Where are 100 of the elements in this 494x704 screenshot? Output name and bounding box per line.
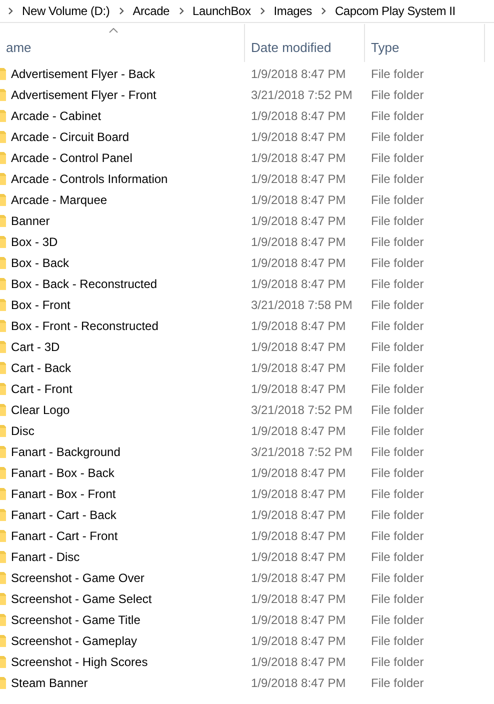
item-type: File folder [371, 486, 424, 500]
breadcrumb-item[interactable]: New Volume (D:) [22, 2, 110, 20]
folder-row[interactable]: Disc 1/9/2018 8:47 PM File folder [0, 420, 494, 441]
column-header[interactable]: ame [0, 24, 245, 62]
folder-row[interactable]: Box - 3D 1/9/2018 8:47 PM File folder [0, 231, 494, 252]
folder-row[interactable]: Cart - Back 1/9/2018 8:47 PM File folder [0, 357, 494, 378]
folder-icon [0, 88, 6, 102]
date-modified: 1/9/2018 8:47 PM [251, 654, 346, 668]
folder-row[interactable]: Arcade - Controls Information 1/9/2018 8:47 PM File folder [0, 168, 494, 189]
folder-row[interactable]: Screenshot - High Scores 1/9/2018 8:47 PM File folder [0, 651, 494, 672]
date-modified: 1/9/2018 8:47 PM [251, 340, 346, 354]
address-bar[interactable]: New Volume (D:) Arcade LaunchBox Images Capcom Play System II [0, 0, 494, 23]
folder-name: Box - Back - Reconstructed [11, 276, 158, 292]
folder-row[interactable]: Advertisement Flyer - Back 1/9/2018 8:47 PM File folder [0, 63, 494, 84]
item-type: File folder [371, 298, 424, 312]
folder-row[interactable]: Arcade - Cabinet 1/9/2018 8:47 PM File folder [0, 105, 494, 126]
folder-row[interactable]: Banner 1/9/2018 8:47 PM File folder [0, 210, 494, 231]
date-modified: 1/9/2018 8:47 PM [251, 360, 346, 374]
item-type: File folder [371, 130, 424, 144]
folder-row[interactable]: Fanart - Box - Front 1/9/2018 8:47 PM File folder [0, 483, 494, 504]
date-modified: 1/9/2018 8:47 PM [251, 466, 346, 480]
folder-name: Arcade - Control Panel [11, 150, 132, 166]
chevron-right-icon[interactable] [320, 7, 326, 15]
folder-row[interactable]: Screenshot - Game Select 1/9/2018 8:47 PM File folder [0, 588, 494, 609]
folder-icon [0, 130, 6, 144]
folder-row[interactable]: Advertisement Flyer - Front 3/21/2018 7:52 PM File folder [0, 84, 494, 105]
folder-row[interactable]: Arcade - Control Panel 1/9/2018 8:47 PM File folder [0, 147, 494, 168]
item-type: File folder [371, 570, 424, 584]
folder-icon [0, 318, 6, 332]
column-header[interactable]: Date modified [245, 24, 365, 62]
chevron-right-icon[interactable] [8, 7, 13, 15]
folder-icon [0, 424, 6, 438]
date-modified: 3/21/2018 7:52 PM [251, 444, 352, 458]
folder-icon [0, 654, 6, 668]
item-type: File folder [371, 192, 424, 206]
folder-icon [0, 508, 6, 522]
folder-name: Fanart - Disc [11, 548, 80, 566]
folder-row[interactable]: Arcade - Marquee 1/9/2018 8:47 PM File folder [0, 189, 494, 210]
folder-icon [0, 108, 6, 122]
folder-icon [0, 192, 6, 206]
date-modified: 3/21/2018 7:52 PM [251, 402, 352, 416]
folder-icon [0, 676, 6, 690]
folder-name: Cart - Back [11, 360, 72, 376]
folder-icon [0, 66, 6, 80]
date-modified: 3/21/2018 7:52 PM [251, 88, 352, 102]
chevron-right-icon[interactable] [178, 7, 184, 15]
folder-row[interactable]: Fanart - Cart - Front 1/9/2018 8:47 PM File folder [0, 525, 494, 546]
folder-row[interactable]: Screenshot - Gameplay 1/9/2018 8:47 PM File folder [0, 630, 494, 651]
date-modified: 1/9/2018 8:47 PM [251, 276, 346, 290]
item-type: File folder [371, 612, 424, 626]
item-type: File folder [371, 172, 424, 186]
folder-row[interactable]: Screenshot - Game Over 1/9/2018 8:47 PM File folder [0, 567, 494, 588]
folder-row[interactable]: Box - Front 3/21/2018 7:58 PM File folder [0, 294, 494, 315]
item-type: File folder [371, 550, 424, 564]
item-type: File folder [371, 444, 424, 458]
item-type: File folder [371, 66, 424, 80]
item-type: File folder [371, 150, 424, 164]
folder-row[interactable]: Box - Front - Reconstructed 1/9/2018 8:47 PM File folder [0, 315, 494, 336]
folder-row[interactable]: Fanart - Disc 1/9/2018 8:47 PM File folder [0, 546, 494, 567]
folder-name: Fanart - Box - Front [11, 486, 116, 502]
date-modified: 1/9/2018 8:47 PM [251, 486, 346, 500]
item-type: File folder [371, 276, 424, 290]
folder-row[interactable]: Arcade - Circuit Board 1/9/2018 8:47 PM File folder [0, 126, 494, 147]
item-type: File folder [371, 360, 424, 374]
chevron-right-icon[interactable] [118, 7, 124, 15]
folder-name: Screenshot - Gameplay [11, 632, 138, 650]
breadcrumb-item[interactable]: Capcom Play System II [334, 2, 456, 20]
item-type: File folder [371, 402, 424, 416]
date-modified: 1/9/2018 8:47 PM [251, 108, 346, 122]
breadcrumb-item[interactable]: Images [274, 2, 312, 20]
folder-row[interactable]: Box - Back - Reconstructed 1/9/2018 8:47 PM File folder [0, 273, 494, 294]
folder-icon [0, 340, 6, 354]
item-type: File folder [371, 256, 424, 270]
column-header[interactable]: Type [365, 24, 485, 62]
folder-row[interactable]: Screenshot - Game Title 1/9/2018 8:47 PM File folder [0, 609, 494, 630]
chevron-right-icon[interactable] [260, 7, 265, 15]
item-type: File folder [371, 424, 424, 438]
date-modified: 1/9/2018 8:47 PM [251, 508, 346, 522]
date-modified: 1/9/2018 8:47 PM [251, 214, 346, 228]
folder-name: Fanart - Cart - Back [11, 506, 116, 524]
breadcrumb-item[interactable]: LaunchBox [192, 2, 251, 20]
folder-icon [0, 612, 6, 626]
folder-name: Fanart - Box - Back [11, 464, 114, 482]
folder-row[interactable]: Steam Banner 1/9/2018 8:47 PM File folder [0, 672, 494, 693]
folder-row[interactable]: Cart - Front 1/9/2018 8:47 PM File folder [0, 378, 494, 399]
breadcrumb-item[interactable]: Arcade [132, 2, 170, 20]
folder-icon [0, 298, 6, 312]
folder-name: Banner [11, 212, 50, 230]
item-type: File folder [371, 528, 424, 542]
folder-row[interactable]: Fanart - Background 3/21/2018 7:52 PM File folder [0, 441, 494, 462]
folder-name: Clear Logo [11, 402, 70, 418]
folder-row[interactable]: Fanart - Cart - Back 1/9/2018 8:47 PM File folder [0, 504, 494, 525]
folder-row[interactable]: Fanart - Box - Back 1/9/2018 8:47 PM File folder [0, 462, 494, 483]
folder-row[interactable]: Clear Logo 3/21/2018 7:52 PM File folder [0, 399, 494, 420]
item-type: File folder [371, 654, 424, 668]
date-modified: 1/9/2018 8:47 PM [251, 66, 346, 80]
folder-row[interactable]: Box - Back 1/9/2018 8:47 PM File folder [0, 252, 494, 273]
folder-icon [0, 276, 6, 290]
item-type: File folder [371, 508, 424, 522]
folder-row[interactable]: Cart - 3D 1/9/2018 8:47 PM File folder [0, 336, 494, 357]
